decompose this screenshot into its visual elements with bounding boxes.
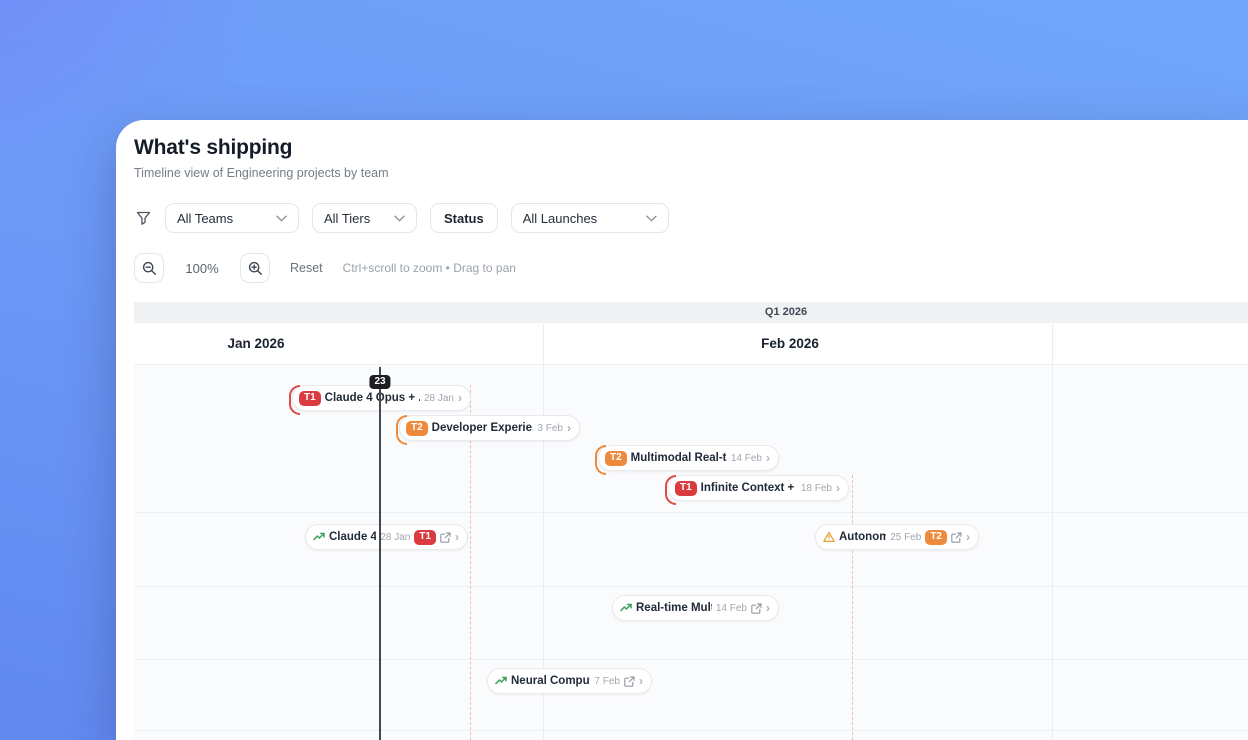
item-date: 14 Feb — [715, 602, 747, 614]
trending-up-icon — [313, 531, 325, 543]
zoom-level-value: 100% — [185, 260, 219, 276]
item-date: 7 Feb — [594, 675, 620, 687]
tier-badge: T2 — [925, 529, 947, 545]
item-date: 28 Jan — [380, 531, 411, 543]
page-subtitle: Timeline view of Engineering projects by… — [134, 166, 389, 180]
timeline-canvas[interactable]: Q1 2026 Jan 2026 Feb 2026 23 T1 Claude 4 Op… — [134, 302, 1248, 740]
row-separator — [134, 730, 1248, 731]
chevron-right-icon: › — [639, 673, 643, 688]
tiers-filter-dropdown[interactable]: All Tiers — [312, 203, 417, 233]
tier-badge: T2 — [605, 450, 627, 466]
teams-filter-dropdown[interactable]: All Teams — [165, 203, 299, 233]
chevron-right-icon: › — [836, 480, 840, 495]
tiers-filter-value: All Tiers — [324, 210, 371, 226]
launch-timeline-item[interactable]: Neural Computer... 7 Feb › — [487, 668, 652, 694]
item-name: Multimodal Real-t... — [630, 452, 727, 464]
item-name: Infinite Context + ... — [700, 482, 797, 494]
tier-badge: T2 — [406, 420, 428, 436]
page-title: What's shipping — [134, 136, 293, 159]
item-name: Claude 4 Opus + ... — [324, 392, 420, 404]
zoom-in-button[interactable] — [240, 253, 270, 283]
month-label: Feb 2026 — [761, 336, 819, 351]
item-name: Developer Experie... — [431, 422, 534, 434]
chevron-right-icon: › — [766, 600, 770, 615]
filter-funnel-icon — [134, 203, 152, 233]
trending-up-icon — [495, 675, 507, 687]
tier-badge: T1 — [414, 529, 436, 545]
magnifier-plus-icon — [248, 261, 263, 276]
zoom-out-button[interactable] — [134, 253, 164, 283]
project-timeline-item[interactable]: T1 Infinite Context + ... 18 Feb › — [665, 475, 849, 505]
chevron-right-icon: › — [455, 529, 459, 544]
item-date: 3 Feb — [537, 422, 563, 434]
chevron-down-icon — [276, 215, 287, 222]
today-marker-line — [379, 367, 381, 740]
tier-badge: T1 — [675, 480, 697, 496]
quarter-label: Q1 2026 — [764, 306, 808, 318]
trending-up-icon — [620, 602, 632, 614]
launch-timeline-item[interactable]: Autonomo...25 FebT2 › — [815, 524, 979, 550]
teams-filter-value: All Teams — [177, 210, 234, 226]
zoom-toolbar: 100% Reset Ctrl+scroll to zoom • Drag to… — [134, 252, 516, 284]
status-filter-label: Status — [444, 210, 484, 226]
launch-timeline-item[interactable]: Claude 4 ...28 JanT1 › — [305, 524, 468, 550]
external-link-icon — [624, 675, 635, 687]
pan-zoom-hint: Ctrl+scroll to zoom • Drag to pan — [342, 261, 516, 275]
chevron-right-icon: › — [458, 390, 462, 405]
item-name: Neural Computer... — [511, 675, 590, 687]
item-date: 28 Jan — [423, 392, 454, 404]
month-header-row: Jan 2026 Feb 2026 — [134, 323, 1248, 365]
item-date: 18 Feb — [800, 482, 832, 494]
row-separator — [134, 512, 1248, 513]
row-separator — [134, 659, 1248, 660]
status-filter-button[interactable]: Status — [430, 203, 498, 233]
chevron-right-icon: › — [567, 420, 571, 435]
launches-filter-dropdown[interactable]: All Launches — [510, 203, 669, 233]
chevron-down-icon — [646, 215, 657, 222]
month-gridline — [1052, 324, 1053, 740]
tier-badge: T1 — [299, 390, 321, 406]
reset-zoom-button[interactable]: Reset — [290, 261, 323, 275]
item-date: 14 Feb — [730, 452, 762, 464]
month-label: Jan 2026 — [227, 336, 285, 351]
item-name: Real-time Multi... — [636, 602, 712, 614]
external-link-icon — [751, 602, 762, 614]
chevron-right-icon: › — [766, 450, 770, 465]
item-name: Autonomo... — [839, 531, 887, 543]
magnifier-minus-icon — [142, 261, 157, 276]
chevron-right-icon: › — [966, 529, 970, 544]
launch-timeline-item[interactable]: Real-time Multi...14 Feb › — [612, 595, 779, 621]
chevron-down-icon — [394, 215, 405, 222]
timeline-body[interactable] — [134, 365, 1248, 740]
filter-bar: All Teams All Tiers Status All Launches — [134, 202, 669, 234]
quarter-band: Q1 2026 — [134, 302, 1248, 323]
project-timeline-item[interactable]: T2 Developer Experie... 3 Feb › — [396, 415, 580, 445]
launches-filter-value: All Launches — [522, 210, 598, 226]
deadline-marker-line — [852, 475, 853, 740]
item-date: 25 Feb — [890, 531, 922, 543]
whats-shipping-panel: What's shipping Timeline view of Enginee… — [116, 120, 1248, 740]
row-separator — [134, 586, 1248, 587]
project-timeline-item[interactable]: T2 Multimodal Real-t... 14 Feb › — [595, 445, 779, 475]
item-name: Claude 4 ... — [329, 531, 377, 543]
today-marker-badge: 23 — [369, 375, 391, 389]
warning-triangle-icon — [823, 531, 835, 543]
external-link-icon — [951, 531, 962, 543]
external-link-icon — [440, 531, 451, 543]
